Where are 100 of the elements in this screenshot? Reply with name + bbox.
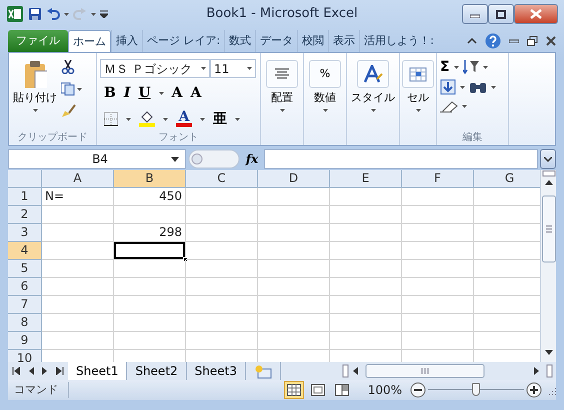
caret-icon[interactable] (200, 118, 205, 120)
caret-icon[interactable] (32, 108, 38, 112)
sheet-cell[interactable] (330, 242, 402, 260)
sheet-cell[interactable] (402, 188, 474, 206)
sheet-cell[interactable] (402, 278, 474, 296)
sheet-cell[interactable] (402, 224, 474, 242)
sheet-cell[interactable] (402, 260, 474, 278)
row-header[interactable]: 5 (8, 260, 42, 278)
eraser-icon[interactable] (440, 99, 458, 113)
style-button[interactable]: スタイル (350, 56, 396, 145)
sheet-cell[interactable]: N= (42, 188, 114, 206)
italic-button[interactable]: I (124, 86, 130, 100)
minimize-icon[interactable] (509, 39, 519, 43)
minimize-button[interactable] (462, 4, 488, 24)
align-button[interactable]: 配置 (264, 56, 300, 145)
binoculars-icon[interactable] (469, 80, 487, 94)
underline-button[interactable]: U (138, 86, 151, 100)
copy-icon[interactable] (61, 82, 83, 96)
caret-icon[interactable] (370, 108, 376, 112)
sheet-cell[interactable] (186, 260, 258, 278)
sheet-cell[interactable] (258, 296, 330, 314)
zoom-out-icon[interactable] (410, 382, 426, 398)
scissors-icon[interactable] (61, 60, 75, 74)
shrink-font-button[interactable]: A (190, 86, 202, 100)
sheet-cell[interactable] (186, 206, 258, 224)
caret-icon[interactable] (247, 67, 252, 70)
formula-input[interactable] (264, 149, 538, 169)
fill-color-icon[interactable] (139, 111, 155, 127)
caret-icon[interactable] (158, 92, 164, 94)
sheet-cell[interactable] (42, 332, 114, 350)
paste-button[interactable]: 貼り付け (12, 56, 58, 131)
zoom-slider[interactable] (428, 382, 524, 398)
fill-handle[interactable] (183, 257, 188, 262)
sheet-cell[interactable] (114, 260, 186, 278)
column-header[interactable]: F (402, 170, 474, 188)
sheet-cell[interactable] (114, 278, 186, 296)
caret-icon[interactable] (280, 108, 284, 112)
expand-formula-button[interactable] (540, 149, 556, 169)
last-sheet-icon[interactable] (56, 367, 64, 375)
row-header[interactable]: 1 (8, 188, 42, 206)
sheet-cell[interactable] (330, 206, 402, 224)
sheet-cell[interactable] (42, 314, 114, 332)
sheet-cell[interactable] (330, 278, 402, 296)
sheet-cell[interactable] (42, 278, 114, 296)
caret-icon[interactable] (126, 118, 131, 120)
sheet-cell[interactable] (402, 296, 474, 314)
sheet-cell[interactable] (186, 224, 258, 242)
column-header[interactable]: B (114, 170, 186, 188)
sheet-cell[interactable] (114, 206, 186, 224)
sheet-cell[interactable] (258, 278, 330, 296)
maximize-icon[interactable] (496, 10, 506, 18)
first-sheet-icon[interactable] (12, 367, 20, 375)
row-header[interactable]: 8 (8, 314, 42, 332)
font-color-button[interactable]: A (176, 111, 192, 127)
new-sheet-icon[interactable] (254, 364, 272, 379)
clipboard-icon[interactable] (23, 60, 47, 88)
sheet-cell[interactable] (402, 206, 474, 224)
sheet-cell[interactable] (258, 332, 330, 350)
borders-icon[interactable] (104, 112, 118, 126)
sheet-cell[interactable] (42, 224, 114, 242)
grow-font-button[interactable]: A (172, 86, 182, 100)
caret-icon[interactable] (462, 104, 467, 108)
help-icon[interactable] (485, 33, 501, 49)
slider-thumb[interactable] (472, 383, 480, 396)
sheet-cell[interactable]: 298 (114, 224, 186, 242)
sheet-cell[interactable] (330, 296, 402, 314)
save-icon[interactable] (28, 7, 42, 21)
sheet-cell[interactable] (186, 332, 258, 350)
column-header[interactable]: G (474, 170, 540, 188)
sheet-cell[interactable] (258, 188, 330, 206)
ribbon-tab[interactable]: ホーム (68, 30, 111, 52)
sheet-cell[interactable] (258, 224, 330, 242)
sheet-cell[interactable] (330, 260, 402, 278)
sheet-cell[interactable] (42, 296, 114, 314)
row-header[interactable]: 7 (8, 296, 42, 314)
sheet-cell[interactable] (402, 242, 474, 260)
column-header[interactable]: D (258, 170, 330, 188)
sheet-cell[interactable]: 450 (114, 188, 186, 206)
sheet-cell[interactable] (186, 242, 258, 260)
sheet-cell[interactable] (186, 188, 258, 206)
caret-icon[interactable] (171, 156, 179, 162)
sheet-cell[interactable] (258, 206, 330, 224)
sort-filter-icon[interactable] (462, 59, 479, 75)
caret-icon[interactable] (491, 86, 496, 88)
caret-icon[interactable] (322, 108, 328, 112)
column-header[interactable]: C (186, 170, 258, 188)
font-name-field[interactable]: ＭＳ Ｐゴシック (100, 59, 210, 78)
phonetic-button[interactable]: 亜 (213, 112, 227, 126)
sheet-cell[interactable] (258, 242, 330, 260)
sheet-cell[interactable] (186, 278, 258, 296)
sheet-cell[interactable] (258, 314, 330, 332)
ribbon-tab[interactable]: ファイル (8, 30, 68, 52)
caret-icon[interactable] (460, 86, 465, 88)
sheet-cell[interactable] (330, 314, 402, 332)
zoom-in-icon[interactable] (526, 382, 542, 398)
caret-icon[interactable] (235, 118, 240, 120)
sheet-cell[interactable] (114, 332, 186, 350)
number-button[interactable]: % 数値 (307, 56, 343, 145)
row-header[interactable]: 10 (8, 350, 42, 362)
sheet-cell[interactable] (186, 296, 258, 314)
